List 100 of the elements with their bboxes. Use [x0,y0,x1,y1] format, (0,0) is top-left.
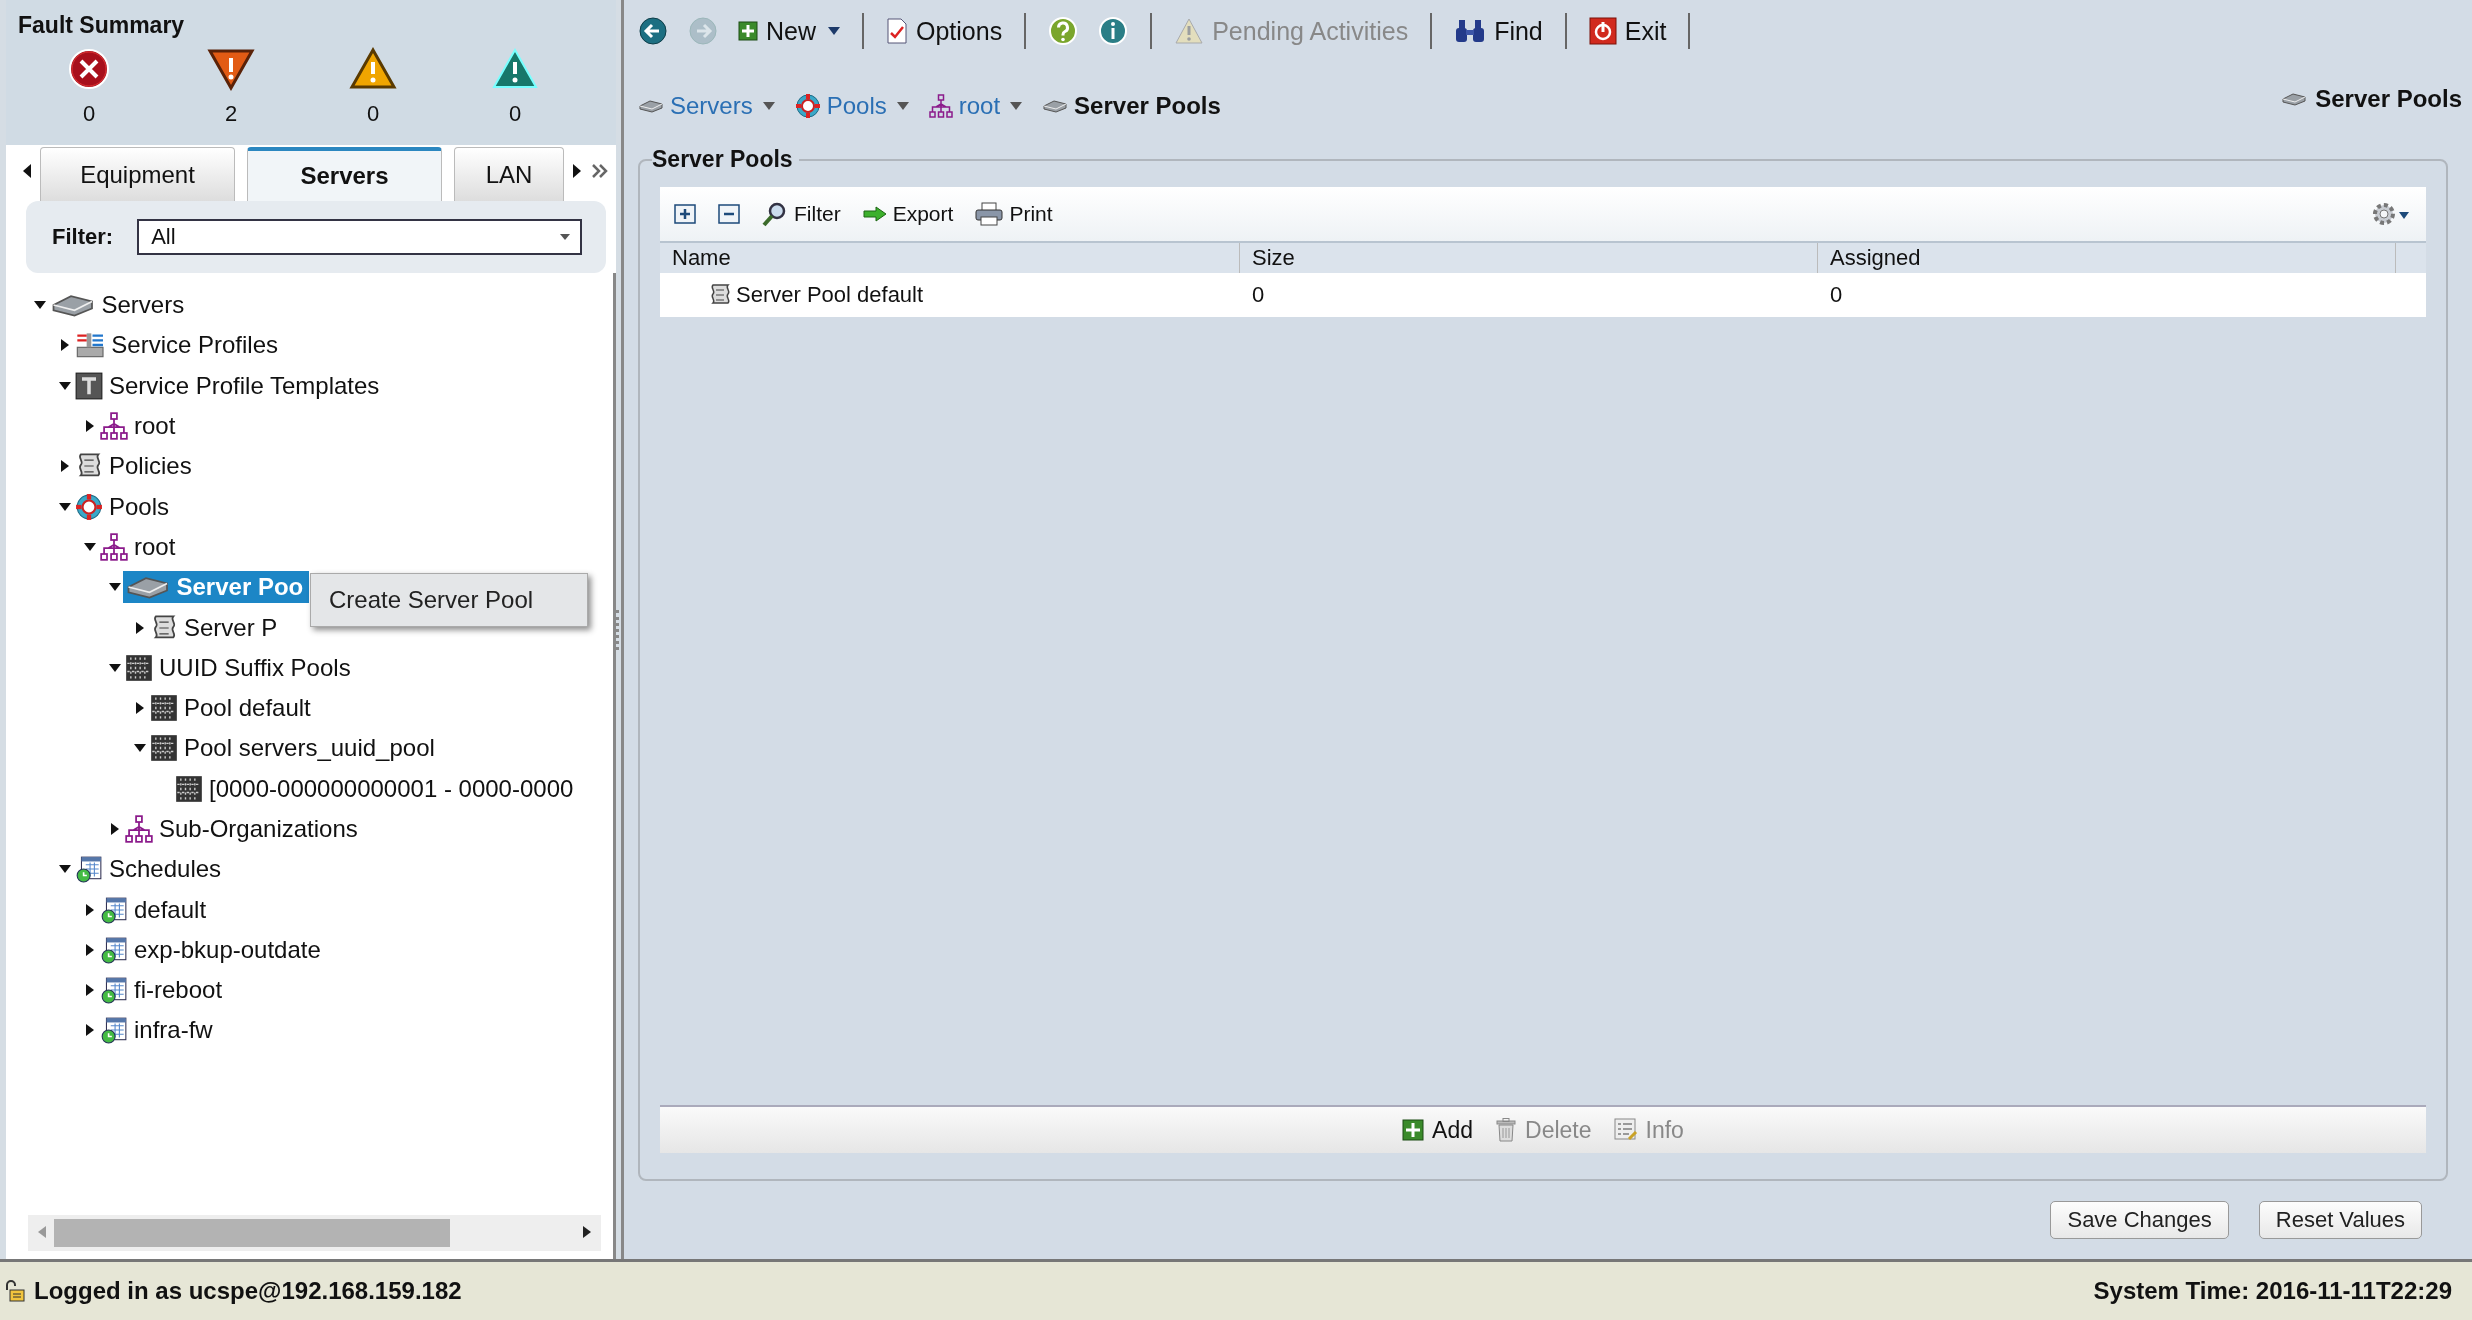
toolbar-button[interactable]: Exit [1588,16,1667,46]
server-icon [638,98,664,114]
tree-item[interactable]: exp-bkup-outdate [98,933,327,966]
arrow-right-icon [862,206,887,222]
tree-item[interactable]: Pool default [148,692,317,725]
tree-item[interactable]: Sub-Organizations [123,813,364,845]
tree-item[interactable]: Pools [73,490,176,523]
power-icon [1588,17,1617,45]
tree-item[interactable]: fi-reboot [98,974,229,1007]
template-icon [75,371,103,400]
fault-count: 0 [508,101,522,127]
button[interactable]: Save Changes [2050,1201,2229,1239]
warning-triangle-icon[interactable] [491,47,539,91]
org-tree-icon [928,94,953,118]
toolbar-button[interactable]: Find [1454,16,1543,46]
binoculars-icon [1454,18,1487,44]
tab[interactable]: Servers [247,147,442,201]
scrollbar-thumb[interactable] [54,1219,450,1247]
toolbar-button[interactable]: New [738,16,840,46]
section-title: Server Pools [652,146,794,173]
caret-down-icon[interactable] [57,502,73,511]
grid-block-icon [150,694,178,723]
tree-item[interactable]: Policies [73,450,198,483]
tree-item[interactable]: Schedules [73,853,228,886]
tool-button[interactable]: Export [862,202,954,226]
calendar-clock-icon [100,1016,128,1045]
lifebuoy-icon [75,492,103,521]
tree-item[interactable]: Service Profiles [73,329,285,362]
grid-block-icon [125,653,153,682]
caret-down-icon[interactable] [32,301,48,310]
calendar-clock-icon [100,935,128,964]
info-icon[interactable] [1098,16,1129,46]
page-title: Server Pools [2281,85,2462,113]
caret-down-icon[interactable] [82,542,98,551]
tool-button[interactable]: Filter [762,201,841,227]
warning-triangle-icon[interactable] [349,47,397,91]
login-status: Logged in as ucspe@192.168.159.182 [34,1277,462,1305]
trash-icon [1495,1118,1518,1142]
lifebuoy-icon [794,93,821,119]
caret-down-icon[interactable] [107,663,123,672]
minus-square-icon[interactable] [718,204,740,224]
org-tree-icon [100,412,128,441]
fault-count: 0 [82,101,96,127]
plus-square-icon [738,21,758,41]
menu-item[interactable]: Create Server Pool [311,582,587,618]
error-circle-icon[interactable] [67,47,111,91]
tool-button[interactable]: Print [975,202,1053,226]
breadcrumb-link[interactable]: root [928,92,1023,120]
caret-icon [560,234,570,240]
calendar-clock-icon [100,976,128,1005]
fault-count: 0 [366,101,380,127]
caret-down-icon[interactable] [132,744,148,753]
tree-item[interactable]: [0000-000000000001 - 0000-0000 [173,772,580,805]
splitter-handle[interactable] [616,0,624,1259]
horizontal-scrollbar[interactable] [28,1215,601,1251]
help-icon[interactable] [1048,16,1079,46]
table-cell-text: 0 [1829,281,1844,309]
caret-down-icon[interactable] [57,381,73,390]
tree-item[interactable]: default [98,893,213,926]
panel-title: Fault Summary [18,12,186,39]
toolbar-button[interactable]: Options [886,16,1003,46]
tree-item[interactable]: Server P [148,611,284,644]
breadcrumb-current: Server Pools [1042,92,1221,120]
tree-item[interactable]: Server Poo [123,571,310,604]
action-button[interactable]: Add [1402,1116,1474,1144]
lock-icon [4,1280,26,1302]
tree-item[interactable]: root [98,410,182,443]
list-edit-icon [1613,1118,1638,1142]
caret-icon [828,27,840,35]
tree-item[interactable]: UUID Suffix Pools [123,651,357,684]
tree-item[interactable]: Pool servers_uuid_pool [148,732,441,765]
breadcrumb-link[interactable]: Pools [794,92,909,120]
org-tree-icon [100,532,128,561]
grid-block-icon [150,734,178,763]
breadcrumb-link[interactable]: Servers [638,92,775,120]
tree-item[interactable]: Service Profile Templates [73,369,386,402]
table-cell: Server Pool default [660,273,1240,317]
warning-triangle-icon [1174,17,1205,45]
caret-down-icon[interactable] [57,865,73,874]
caret-down-icon[interactable] [107,583,123,592]
system-time: System Time: 2016-11-11T22:29 [2093,1277,2452,1305]
plus-square-icon [1402,1119,1425,1141]
server-icon [2281,91,2308,107]
button[interactable]: Reset Values [2258,1201,2422,1239]
filter-dropdown[interactable]: All [137,219,582,255]
warning-triangle-icon[interactable] [207,47,255,91]
tree-item[interactable]: root [98,530,182,563]
tab[interactable]: LAN [454,147,564,201]
filter-label: Filter: [52,224,114,250]
fault-count: 2 [224,101,238,127]
table-cell-text: 0 [1251,281,1266,309]
tab[interactable]: Equipment [40,147,235,201]
calendar-clock-icon [100,895,128,924]
magnifier-icon [762,201,788,227]
tree-item[interactable]: infra-fw [98,1014,219,1047]
plus-square-icon[interactable] [674,204,696,224]
settings-icon[interactable] [2370,200,2410,228]
tree-item[interactable]: Servers [48,289,191,322]
calendar-clock-icon [75,855,103,884]
profile-stack-icon [75,331,106,360]
